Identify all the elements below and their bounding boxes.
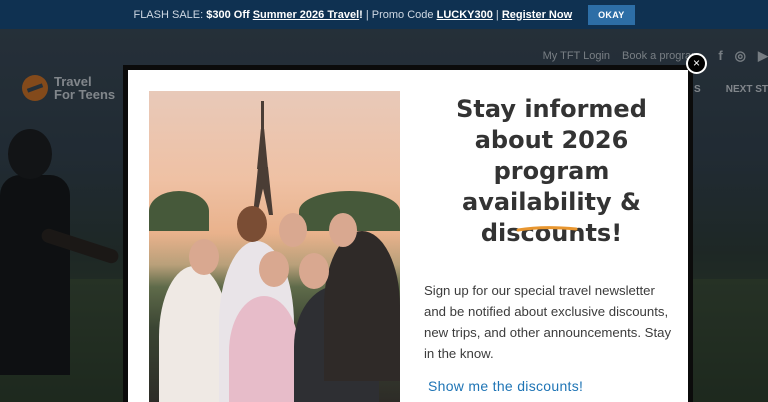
heading-underline-squiggle [516,226,578,232]
flash-sale-bang: ! [359,8,363,21]
eiffel-tower-shape [253,101,273,216]
flash-sale-text: FLASH SALE: $300 Off Summer 2026 Travel!… [133,9,572,21]
summer-travel-link[interactable]: Summer 2026 Travel [253,9,359,21]
register-now-link[interactable]: Register Now [502,9,572,21]
close-icon[interactable]: × [686,53,707,74]
promo-label: | Promo Code [365,8,434,21]
modal-description: Sign up for our special travel newslette… [424,283,672,361]
flash-sale-prefix: FLASH SALE: [133,8,204,21]
show-discounts-link[interactable]: Show me the discounts! [428,378,583,394]
paris-group-photo [149,91,400,402]
flash-sale-bar: FLASH SALE: $300 Off Summer 2026 Travel!… [0,0,768,29]
okay-button[interactable]: OKAY [588,4,635,25]
flash-sale-separator: | [495,8,499,21]
flash-sale-amount: $300 Off [206,8,250,21]
promo-code[interactable]: LUCKY300 [437,9,493,21]
newsletter-modal: Stay informed about 2026 program availab… [123,65,693,402]
